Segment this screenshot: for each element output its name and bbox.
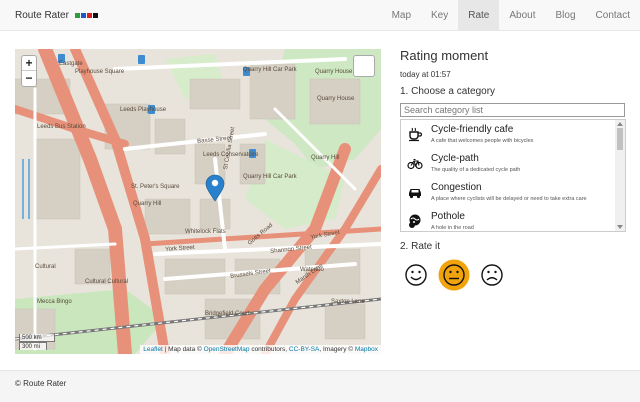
brand-square-red: [86, 13, 92, 18]
nav-key[interactable]: Key: [421, 0, 458, 31]
rating-options: [400, 259, 626, 291]
category-search-input[interactable]: [400, 103, 625, 117]
car-icon: [409, 189, 421, 199]
brand[interactable]: Route Rater: [15, 0, 98, 31]
smile-face-icon[interactable]: [400, 259, 432, 291]
category-name: Congestion: [431, 182, 482, 193]
mapbox-link[interactable]: Mapbox: [355, 346, 378, 353]
frown-face-icon[interactable]: [476, 259, 508, 291]
attribution-text: , Imagery ©: [319, 346, 355, 353]
category-item[interactable]: Pothole A hole in the road: [401, 207, 625, 231]
main-nav: Map Key Rate About Blog Contact: [382, 0, 640, 31]
coffee-cup-icon: [409, 127, 423, 142]
zoom-control: + −: [21, 55, 37, 87]
category-description: A hole in the road: [431, 225, 474, 231]
ccbysa-link[interactable]: CC-BY-SA: [289, 346, 319, 353]
category-item[interactable]: Cycle-path The quality of a dedicated cy…: [401, 149, 625, 178]
osm-link[interactable]: OpenStreetMap: [204, 346, 250, 353]
footer: © Route Rater: [0, 370, 640, 402]
scale-metric: 500 km: [19, 334, 55, 342]
brand-square-black: [92, 13, 98, 18]
brand-square-green: [74, 13, 80, 18]
attribution-text: contributors,: [249, 346, 289, 353]
brand-name: Route Rater: [15, 10, 69, 21]
rating-panel: Rating moment today at 01:57 1. Choose a…: [400, 47, 626, 291]
category-item[interactable]: Congestion A place where cyclists will b…: [401, 178, 625, 207]
neutral-face-icon[interactable]: [438, 259, 470, 291]
scroll-up-arrow-icon[interactable]: [617, 122, 623, 126]
navbar: Route Rater Map Key Rate About Blog Cont…: [0, 0, 640, 31]
zoom-in-button[interactable]: +: [22, 56, 36, 71]
category-name: Cycle-friendly cafe: [431, 124, 514, 135]
nav-contact[interactable]: Contact: [586, 0, 640, 31]
pothole-icon: [409, 214, 421, 228]
category-name: Pothole: [431, 211, 465, 222]
step-choose-category: 1. Choose a category: [400, 86, 496, 97]
zoom-out-button[interactable]: −: [22, 71, 36, 86]
nav-blog[interactable]: Blog: [546, 0, 586, 31]
step-rate-it: 2. Rate it: [400, 241, 441, 252]
brand-square-blue: [80, 13, 86, 18]
scale-imperial: 300 mi: [19, 342, 47, 350]
nav-map[interactable]: Map: [382, 0, 421, 31]
rating-time: today at 01:57: [400, 70, 451, 79]
category-item[interactable]: Cycle-friendly cafe A cafe that welcomes…: [401, 120, 625, 149]
category-description: The quality of a dedicated cycle path: [431, 167, 521, 173]
category-description: A cafe that welcomes people with bicycle…: [431, 138, 534, 144]
footer-copyright: © Route Rater: [15, 379, 67, 388]
map-tiles: [15, 49, 381, 354]
brand-logo-squares: [74, 13, 98, 18]
attribution-text: | Map data ©: [162, 346, 204, 353]
category-list: Cycle-friendly cafe A cafe that welcomes…: [400, 119, 626, 232]
category-list-scrollbar[interactable]: [615, 120, 625, 231]
nav-about[interactable]: About: [499, 0, 545, 31]
category-description: A place where cyclists will be delayed o…: [431, 196, 587, 202]
map-attribution: Leaflet | Map data © OpenStreetMap contr…: [140, 345, 381, 354]
nav-rate[interactable]: Rate: [458, 0, 500, 31]
category-name: Cycle-path: [431, 153, 479, 164]
panel-title: Rating moment: [400, 48, 489, 63]
bicycle-icon: [407, 158, 423, 170]
leaflet-link[interactable]: Leaflet: [143, 346, 163, 353]
map-corner-button[interactable]: [353, 55, 375, 77]
map[interactable]: + − 500 km 300 mi Leaflet | Map data © O…: [15, 49, 381, 354]
map-scale: 500 km 300 mi: [19, 334, 55, 350]
scrollbar-thumb[interactable]: [617, 128, 623, 150]
scroll-down-arrow-icon[interactable]: [617, 225, 623, 229]
